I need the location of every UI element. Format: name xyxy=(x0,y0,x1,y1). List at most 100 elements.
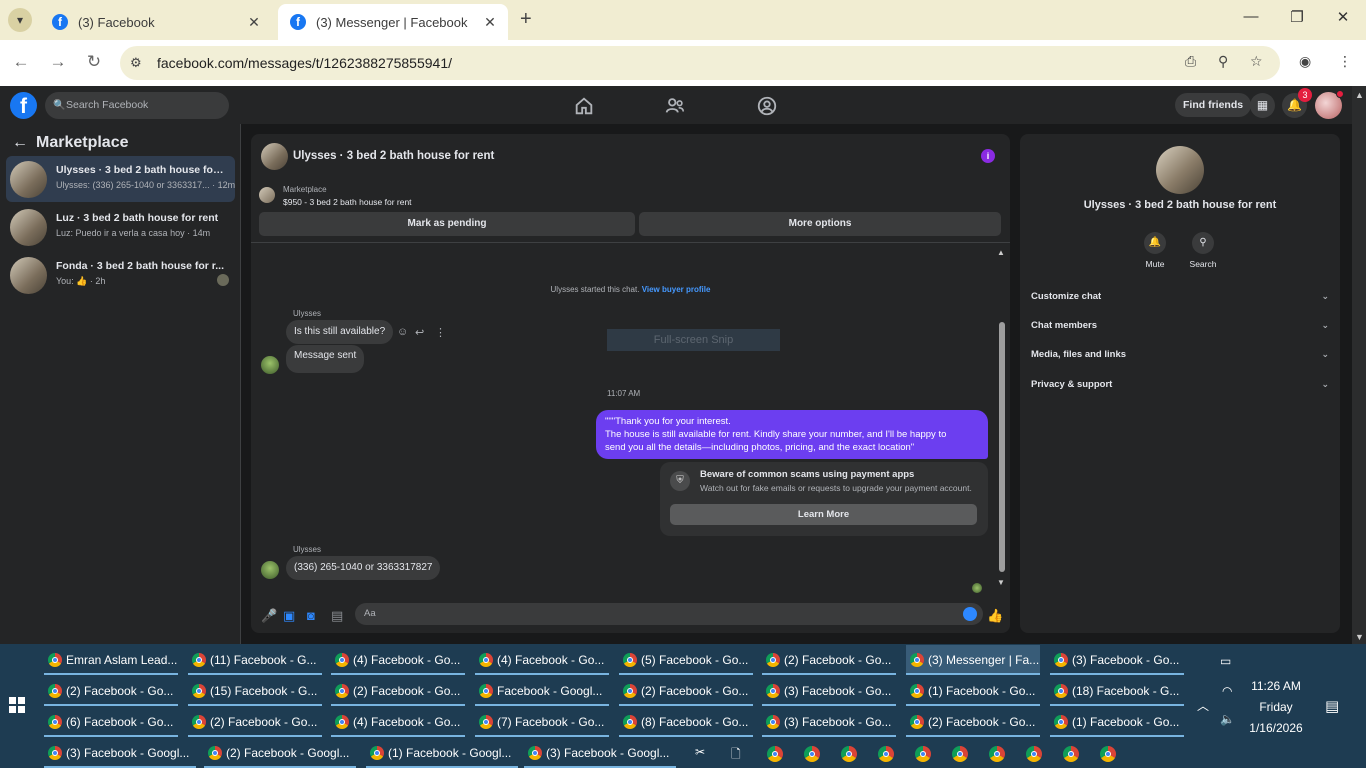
volume-icon[interactable]: 🔈 xyxy=(1220,712,1235,726)
taskbar-window-button[interactable]: (2) Facebook - Go... xyxy=(762,645,896,675)
taskbar-window-button[interactable]: (2) Facebook - Go... xyxy=(906,707,1040,737)
scrollbar-thumb[interactable] xyxy=(999,322,1005,572)
sender-avatar[interactable] xyxy=(261,356,279,374)
taskbar-window-button[interactable]: (5) Facebook - Go... xyxy=(619,645,753,675)
reply-icon[interactable]: ↩ xyxy=(415,326,424,339)
facebook-logo-icon[interactable]: f xyxy=(10,92,37,119)
menu-grid-icon[interactable]: ▦ xyxy=(1250,93,1275,118)
taskbar-window-button[interactable]: (3) Facebook - Go... xyxy=(762,676,896,706)
mute-button[interactable]: 🔔 Mute xyxy=(1135,232,1175,269)
bookmark-star-icon[interactable]: ☆ xyxy=(1250,53,1263,70)
home-icon[interactable] xyxy=(573,95,595,117)
new-tab-plus-icon[interactable]: + xyxy=(520,8,532,31)
privacy-support-row[interactable]: Privacy & support ⌄ xyxy=(1031,379,1329,390)
conversation-item[interactable]: Ulysses · 3 bed 2 bath house for rent Ul… xyxy=(6,156,235,202)
find-friends-button[interactable]: Find friends xyxy=(1175,93,1252,117)
scroll-down-icon[interactable]: ▼ xyxy=(1355,632,1364,642)
message-input[interactable]: Aa xyxy=(355,603,983,625)
minimize-icon[interactable]: — xyxy=(1228,8,1274,25)
sender-avatar[interactable] xyxy=(261,561,279,579)
taskbar-window-button[interactable]: (7) Facebook - Go... xyxy=(475,707,609,737)
scroll-up-icon[interactable]: ▲ xyxy=(997,248,1005,257)
taskbar-window-button[interactable]: (1) Facebook - Go... xyxy=(1050,707,1184,737)
close-window-icon[interactable]: ✕ xyxy=(1320,8,1366,26)
taskbar-window-button[interactable]: (1) Facebook - Go... xyxy=(906,676,1040,706)
taskbar-clock[interactable]: 11:26 AM Friday 1/16/2026 xyxy=(1240,676,1312,739)
listing-thumbnail[interactable] xyxy=(1156,146,1204,194)
battery-icon[interactable]: ▭ xyxy=(1220,654,1231,668)
friends-icon[interactable] xyxy=(664,95,686,117)
reload-icon[interactable]: ↻ xyxy=(83,52,105,72)
taskbar-window-button[interactable]: (3) Messenger | Fa... xyxy=(906,645,1040,675)
browser-menu-icon[interactable]: ⋮ xyxy=(1338,53,1352,70)
taskbar-window-button[interactable]: (1) Facebook - Googl... xyxy=(366,738,518,768)
info-icon[interactable]: i xyxy=(981,149,995,163)
taskbar-window-button[interactable]: (3) Facebook - Googl... xyxy=(44,738,196,768)
zoom-icon[interactable]: ⚲ xyxy=(1218,53,1228,70)
taskbar-window-button[interactable]: Facebook - Googl... xyxy=(475,676,609,706)
incoming-message[interactable]: (336) 265-1040 or 3363317827 xyxy=(286,556,441,580)
site-info-icon[interactable]: ⚙ xyxy=(130,55,142,71)
taskbar-window-button[interactable]: (2) Facebook - Googl... xyxy=(204,738,356,768)
media-files-links-row[interactable]: Media, files and links ⌄ xyxy=(1031,349,1329,360)
more-options-button[interactable]: More options xyxy=(639,212,1001,236)
chrome-icon[interactable] xyxy=(915,746,931,762)
chat-members-row[interactable]: Chat members ⌄ xyxy=(1031,320,1329,331)
search-button[interactable]: ⚲ Search xyxy=(1183,232,1223,269)
action-center-icon[interactable]: ▤ xyxy=(1325,697,1339,715)
conversation-item[interactable]: Fonda · 3 bed 2 bath house for r... You:… xyxy=(6,252,235,298)
taskbar-window-button[interactable]: Emran Aslam Lead... xyxy=(44,645,178,675)
incoming-message[interactable]: Message sent xyxy=(286,345,365,373)
wifi-icon[interactable]: ◠ xyxy=(1222,684,1232,698)
taskbar-window-button[interactable]: (3) Facebook - Googl... xyxy=(524,738,676,768)
chrome-icon[interactable] xyxy=(989,746,1005,762)
groups-icon[interactable] xyxy=(756,95,778,117)
taskbar-window-button[interactable]: (2) Facebook - Go... xyxy=(44,676,178,706)
chat-thumbnail[interactable] xyxy=(261,143,288,170)
chrome-icon[interactable] xyxy=(804,746,820,762)
browser-tab-messenger[interactable]: f (3) Messenger | Facebook ✕ xyxy=(278,4,508,40)
chrome-icon[interactable] xyxy=(841,746,857,762)
thumbs-up-icon[interactable]: 👍 xyxy=(987,608,1003,624)
close-tab-icon[interactable]: ✕ xyxy=(246,14,262,31)
install-app-icon[interactable]: ⎙ xyxy=(1185,53,1196,70)
file-icon[interactable]: 🗋 xyxy=(731,745,741,766)
chrome-icon[interactable] xyxy=(1026,746,1042,762)
listing-banner[interactable]: Marketplace $950 - 3 bed 2 bath house fo… xyxy=(251,180,1010,210)
restore-icon[interactable]: ❐ xyxy=(1274,8,1320,26)
taskbar-window-button[interactable]: (18) Facebook - G... xyxy=(1050,676,1184,706)
windows-start-icon[interactable] xyxy=(9,697,25,713)
taskbar-window-button[interactable]: (4) Facebook - Go... xyxy=(475,645,609,675)
snipping-tool-icon[interactable]: ✂ xyxy=(695,745,705,759)
taskbar-window-button[interactable]: (4) Facebook - Go... xyxy=(331,645,465,675)
profile-icon[interactable]: ◉ xyxy=(1299,53,1311,70)
scroll-up-icon[interactable]: ▲ xyxy=(1355,90,1364,100)
gif-icon[interactable]: ▤ xyxy=(331,608,343,624)
scroll-down-icon[interactable]: ▼ xyxy=(997,578,1005,587)
taskbar-window-button[interactable]: (2) Facebook - Go... xyxy=(619,676,753,706)
outgoing-message[interactable]: """Thank you for your interest. The hous… xyxy=(596,410,988,459)
react-emoji-icon[interactable]: ☺ xyxy=(397,326,408,338)
search-input[interactable]: 🔍 Search Facebook xyxy=(45,92,229,119)
mark-as-pending-button[interactable]: Mark as pending xyxy=(259,212,635,236)
page-scrollbar[interactable]: ▲ ▼ xyxy=(1352,86,1366,644)
microphone-icon[interactable]: 🎤 xyxy=(261,608,277,624)
chrome-icon[interactable] xyxy=(767,746,783,762)
tab-search-chevron-icon[interactable]: ▾ xyxy=(8,8,32,32)
taskbar-window-button[interactable]: (2) Facebook - Go... xyxy=(188,707,322,737)
photo-icon[interactable]: ▣ xyxy=(283,608,295,624)
back-arrow-icon[interactable]: ← xyxy=(10,52,32,72)
chrome-icon[interactable] xyxy=(1100,746,1116,762)
chrome-icon[interactable] xyxy=(1063,746,1079,762)
more-actions-icon[interactable]: ⋮ xyxy=(435,326,446,339)
learn-more-button[interactable]: Learn More xyxy=(670,504,977,525)
browser-tab-facebook[interactable]: f (3) Facebook ✕ xyxy=(40,4,272,40)
taskbar-window-button[interactable]: (2) Facebook - Go... xyxy=(331,676,465,706)
forward-arrow-icon[interactable]: → xyxy=(47,52,69,72)
chat-scrollbar[interactable]: ▲ ▼ xyxy=(997,248,1007,588)
close-tab-icon[interactable]: ✕ xyxy=(482,14,498,31)
taskbar-window-button[interactable]: (3) Facebook - Go... xyxy=(1050,645,1184,675)
taskbar-window-button[interactable]: (11) Facebook - G... xyxy=(188,645,322,675)
conversation-item[interactable]: Luz · 3 bed 2 bath house for rent Luz: P… xyxy=(6,204,235,250)
chrome-icon[interactable] xyxy=(952,746,968,762)
